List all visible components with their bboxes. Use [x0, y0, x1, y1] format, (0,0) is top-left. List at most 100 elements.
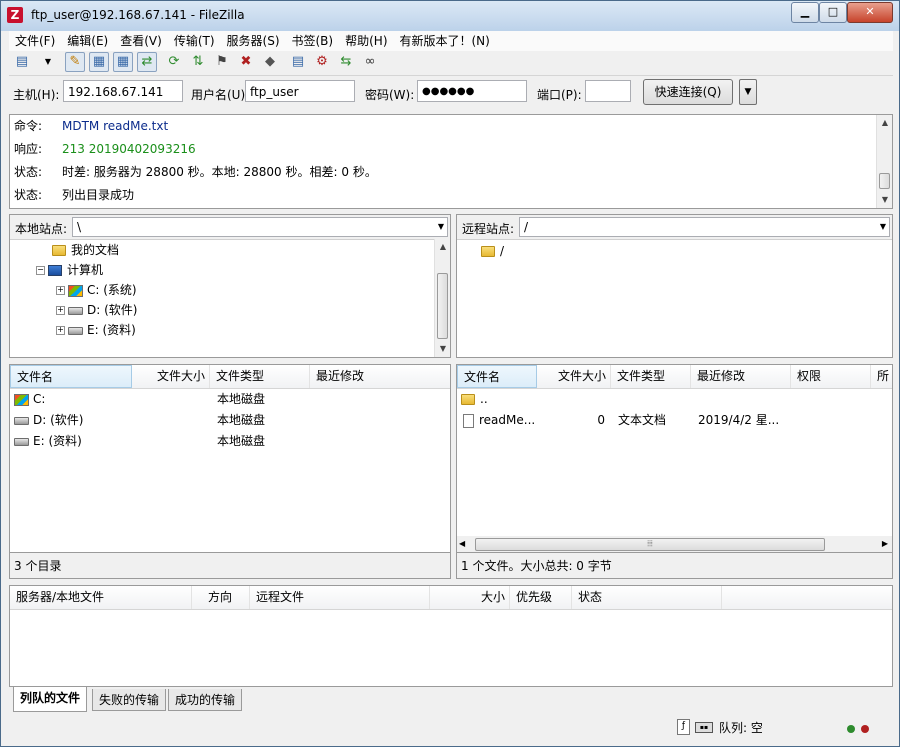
menu-view[interactable]: 查看(V) — [114, 31, 168, 51]
menu-file[interactable]: 文件(F) — [9, 31, 61, 51]
column-header-name[interactable]: 文件名 — [457, 365, 537, 388]
tab-failed-transfers[interactable]: 失败的传输 — [92, 689, 167, 711]
toggle-remote-tree-icon[interactable]: ▦ — [113, 52, 133, 72]
list-item[interactable]: D: (软件) 本地磁盘 — [10, 410, 450, 431]
column-header-remote-file[interactable]: 远程文件 — [250, 586, 430, 609]
expand-icon[interactable]: + — [56, 326, 65, 335]
close-button[interactable]: ✕ — [847, 2, 893, 23]
tab-successful-transfers[interactable]: 成功的传输 — [168, 689, 243, 711]
quickconnect-button[interactable]: 快速连接(Q) — [643, 79, 733, 105]
maximize-button[interactable]: □ — [819, 2, 847, 23]
list-item[interactable]: readMe... 0 文本文档 2019/4/2 星... — [457, 410, 892, 431]
column-header-modified[interactable]: 最近修改 — [310, 365, 450, 388]
filezilla-logo-icon: Z — [7, 7, 23, 23]
remote-status-bar: 1 个文件。大小总共: 0 字节 — [456, 553, 893, 579]
chevron-down-icon[interactable]: ▼ — [880, 218, 886, 236]
column-header-size[interactable]: 文件大小 — [537, 365, 611, 388]
column-header-permissions[interactable]: 权限 — [791, 365, 871, 388]
password-input[interactable]: ●●●●●● — [417, 80, 527, 102]
scroll-down-icon[interactable]: ▼ — [435, 341, 450, 357]
scroll-up-icon[interactable]: ▲ — [877, 115, 893, 131]
menu-server[interactable]: 服务器(S) — [221, 31, 286, 51]
local-file-list: 文件名 文件大小 文件类型 最近修改 C: 本地磁盘 D: (软件) 本地磁盘 … — [9, 364, 451, 553]
column-header-status[interactable]: 状态 — [572, 586, 722, 609]
column-header-direction[interactable]: 方向 — [192, 586, 250, 609]
menu-edit[interactable]: 编辑(E) — [61, 31, 114, 51]
column-header-size[interactable]: 文件大小 — [132, 365, 210, 388]
username-input[interactable]: ftp_user — [245, 80, 355, 102]
site-manager-dropdown-icon[interactable]: ▼ — [39, 53, 57, 71]
search-icon[interactable]: ∞ — [361, 53, 379, 71]
tree-item-drive-e[interactable]: + E: (资料) — [56, 320, 136, 340]
column-header-type[interactable]: 文件类型 — [210, 365, 310, 388]
local-tree-scroll-thumb[interactable] — [437, 273, 448, 339]
tree-item-label: 我的文档 — [71, 243, 120, 257]
tree-item-root[interactable]: / — [481, 241, 504, 261]
column-header-owner[interactable]: 所 — [871, 365, 892, 388]
tree-item-my-documents[interactable]: 我的文档 — [52, 240, 119, 260]
toggle-local-tree-icon[interactable]: ▦ — [89, 52, 109, 72]
scroll-right-icon[interactable]: ▶ — [882, 536, 888, 552]
column-header-name[interactable]: 文件名 — [10, 365, 132, 388]
site-manager-icon[interactable]: ▤ — [13, 53, 31, 71]
remote-tree-pane: 远程站点: / ▼ / — [456, 214, 893, 358]
expand-icon[interactable]: + — [56, 306, 65, 315]
toggle-log-icon[interactable]: ✎ — [65, 52, 85, 72]
log-scrollbar[interactable]: ▲ ▼ — [876, 115, 892, 208]
log-line: 响应: 213 20190402093216 — [14, 139, 196, 159]
chevron-down-icon[interactable]: ▼ — [438, 218, 444, 236]
menu-help[interactable]: 帮助(H) — [339, 31, 393, 51]
list-item[interactable]: C: 本地磁盘 — [10, 389, 450, 410]
log-text: 列出目录成功 — [62, 188, 135, 202]
tree-item-drive-c[interactable]: + C: (系统) — [56, 280, 137, 300]
list-item[interactable]: E: (资料) 本地磁盘 — [10, 431, 450, 452]
sync-browse-icon[interactable]: ⇆ — [337, 53, 355, 71]
collapse-icon[interactable]: − — [36, 266, 45, 275]
flag-icon[interactable]: ⚑ — [213, 53, 231, 71]
filter-icon[interactable]: ▤ — [289, 53, 307, 71]
remote-list-hscrollbar[interactable]: ◀ ⦙⦙⦙ ▶ — [457, 536, 892, 552]
remote-path-combo[interactable]: / ▼ — [519, 217, 890, 237]
column-header-modified[interactable]: 最近修改 — [691, 365, 791, 388]
scroll-left-icon[interactable]: ◀ — [459, 536, 465, 552]
title-bar[interactable]: Z ftp_user@192.168.67.141 - FileZilla ▁ … — [1, 1, 899, 31]
cancel-icon[interactable]: ✖ — [237, 53, 255, 71]
scroll-up-icon[interactable]: ▲ — [435, 239, 450, 255]
refresh-icon[interactable]: ⟳ — [165, 53, 183, 71]
scroll-down-icon[interactable]: ▼ — [877, 192, 893, 208]
menu-bar: 文件(F) 编辑(E) 查看(V) 传输(T) 服务器(S) 书签(B) 帮助(H) 有新版本… — [9, 31, 893, 51]
column-header-priority[interactable]: 优先级 — [510, 586, 572, 609]
tab-queued-files[interactable]: 列队的文件 — [13, 687, 88, 712]
minimize-button[interactable]: ▁ — [791, 2, 819, 23]
tree-item-label: C: (系统) — [87, 283, 137, 297]
toggle-queue-icon[interactable]: ⇄ — [137, 52, 157, 72]
speed-limit-icon[interactable]: ▪▪ — [695, 722, 713, 733]
list-item[interactable]: .. — [457, 389, 892, 410]
computer-icon — [48, 265, 62, 276]
process-queue-icon[interactable]: ⇅ — [189, 53, 207, 71]
compare-icon[interactable]: ⚙ — [313, 53, 331, 71]
log-kind: 命令: — [14, 119, 43, 133]
folder-icon — [461, 394, 475, 405]
expand-icon[interactable]: + — [56, 286, 65, 295]
local-tree-scrollbar[interactable]: ▲ ▼ — [434, 239, 450, 357]
app-status-bar: ƒ ▪▪ 队列: 空 — [9, 715, 893, 741]
column-header-server-local-file[interactable]: 服务器/本地文件 — [10, 586, 192, 609]
menu-new-version[interactable]: 有新版本了！(N) — [394, 31, 496, 51]
quickconnect-dropdown-icon[interactable]: ▼ — [739, 79, 757, 105]
menu-bookmarks[interactable]: 书签(B) — [286, 31, 340, 51]
remote-list-scroll-thumb[interactable]: ⦙⦙⦙ — [475, 538, 825, 551]
tree-item-computer[interactable]: − 计算机 — [36, 260, 103, 280]
port-label: 端口(P): — [537, 88, 582, 102]
host-input[interactable]: 192.168.67.141 — [63, 80, 183, 102]
menu-transfer[interactable]: 传输(T) — [168, 31, 221, 51]
disconnect-icon[interactable]: ◆ — [261, 53, 279, 71]
tree-item-label: 计算机 — [67, 263, 104, 277]
local-path-combo[interactable]: \ ▼ — [72, 217, 448, 237]
column-header-size[interactable]: 大小 — [430, 586, 510, 609]
tree-item-drive-d[interactable]: + D: (软件) — [56, 300, 137, 320]
log-kind: 状态: — [14, 188, 43, 202]
column-header-type[interactable]: 文件类型 — [611, 365, 691, 388]
port-input[interactable] — [585, 80, 631, 102]
log-scroll-thumb[interactable] — [879, 173, 890, 189]
